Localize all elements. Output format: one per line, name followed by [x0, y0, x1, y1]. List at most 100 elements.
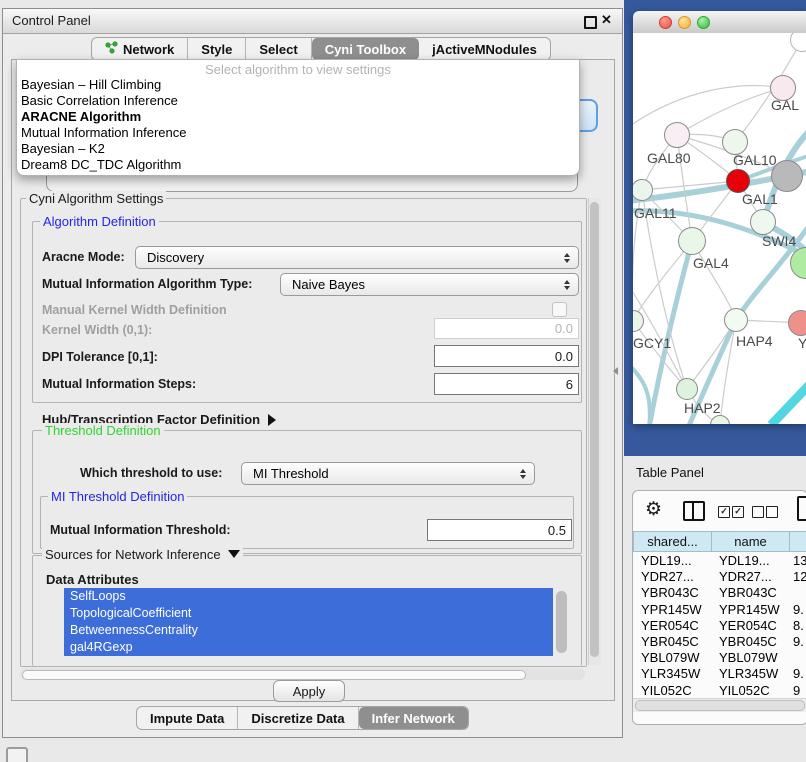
attribute-item[interactable]: TopologicalCoefficient	[64, 605, 553, 622]
table-row[interactable]: YIL052CYIL052C9	[633, 682, 806, 698]
bottom-tab-infer-network[interactable]: Infer Network	[359, 707, 468, 729]
tab-network[interactable]: Network	[92, 38, 188, 60]
table-row[interactable]: YBR043CYBR043C	[633, 584, 806, 600]
table-row[interactable]: YBR045CYBR045C9.	[633, 633, 806, 649]
settings-vscroll-thumb[interactable]	[590, 202, 599, 657]
table-cell: YLR345W	[641, 666, 700, 681]
kernel-width-field[interactable]: 0.0	[434, 318, 579, 339]
table-cell: YIL052C	[719, 683, 770, 698]
select-all-icon[interactable]: ✓	[732, 506, 744, 518]
tab-jactivemnodules[interactable]: jActiveMNodules	[419, 38, 550, 60]
table-cell: 9.	[793, 634, 804, 649]
minimize-traffic-light-icon[interactable]	[678, 16, 691, 29]
table-cell: YDL19...	[641, 553, 692, 568]
mi-algorithm-type-label: Mutual Information Algorithm Type:	[42, 277, 252, 291]
algorithm-definition-title: Algorithm Definition	[40, 214, 159, 229]
table-row[interactable]: YER054CYER054C8.	[633, 617, 806, 633]
tab-cyni-toolbox[interactable]: Cyni Toolbox	[312, 38, 419, 60]
manual-kernel-label: Manual Kernel Width Definition	[42, 303, 227, 317]
list-scrollbar-thumb[interactable]	[556, 591, 567, 653]
attribute-item[interactable]: BetweennessCentrality	[64, 622, 553, 639]
panel-collapse-arrow-icon[interactable]	[613, 367, 618, 375]
network-node-hap2[interactable]	[676, 378, 698, 400]
settings-hscroll-thumb[interactable]	[22, 670, 526, 680]
table-row[interactable]: YDR27...YDR27...12	[633, 568, 806, 584]
column-header[interactable]	[789, 531, 806, 552]
aracne-mode-select[interactable]: Discovery	[135, 246, 579, 269]
table-hscroll-thumb[interactable]	[635, 700, 805, 711]
network-window: GALGAL80GAL10GAL1GAL11SWI4GAL4GCY1HAP4YH…	[633, 11, 806, 424]
table-cell: 9.	[793, 602, 804, 617]
table-row[interactable]: YDL19...YDL19...13	[633, 552, 806, 568]
attribute-item[interactable]: gal4RGexp	[64, 639, 553, 656]
tab-label: Select	[259, 42, 297, 57]
split-columns-icon[interactable]	[683, 501, 705, 521]
deselect-all-icon[interactable]	[766, 506, 778, 518]
table-options-icon[interactable]	[797, 496, 806, 521]
bottom-tab-impute-data[interactable]: Impute Data	[137, 707, 238, 729]
cyni-toolbox-panel: Cyni Algorithm Settings Algorithm Defini…	[11, 59, 615, 701]
node-label: GAL11	[634, 205, 677, 221]
table-cell: 9.	[793, 666, 804, 681]
table-cell: YLR345W	[719, 666, 778, 681]
sources-collapse-toggle[interactable]: Sources for Network Inference	[42, 547, 243, 562]
dropdown-option[interactable]: ARACNE Algorithm	[17, 109, 579, 125]
close-traffic-light-icon[interactable]	[659, 16, 672, 29]
attribute-item[interactable]: SelfLoops	[64, 588, 553, 605]
network-canvas: GALGAL80GAL10GAL1GAL11SWI4GAL4GCY1HAP4YH…	[633, 33, 806, 424]
which-threshold-select[interactable]: MI Threshold	[241, 462, 535, 485]
mi-steps-field[interactable]: 6	[434, 373, 579, 395]
dpi-tolerance-field[interactable]: 0.0	[434, 345, 579, 367]
mi-threshold-label: Mutual Information Threshold:	[50, 523, 231, 537]
tab-label: Discretize Data	[251, 711, 344, 726]
apply-button[interactable]: Apply	[273, 680, 345, 702]
network-node-gal80[interactable]	[664, 122, 690, 148]
tab-label: jActiveMNodules	[432, 42, 537, 57]
mi-threshold-field[interactable]: 0.5	[427, 519, 572, 541]
minimized-panel-icon[interactable]	[6, 747, 28, 762]
tab-label: Infer Network	[372, 711, 455, 726]
network-node-gal1[interactable]	[726, 169, 750, 193]
table-cell: YDL19...	[719, 553, 770, 568]
network-icon	[105, 41, 118, 57]
mi-threshold-group-title: MI Threshold Definition	[48, 489, 187, 504]
tab-select[interactable]: Select	[246, 38, 311, 60]
float-window-icon[interactable]	[584, 16, 597, 29]
dropdown-option[interactable]: Bayesian – K2	[17, 141, 579, 157]
table-cell: 9	[793, 683, 800, 698]
settings-gear-icon[interactable]: ⚙	[645, 498, 662, 521]
mi-algorithm-type-select[interactable]: Naive Bayes	[280, 273, 579, 296]
dropdown-option[interactable]: Basic Correlation Inference	[17, 93, 579, 109]
network-window-titlebar	[633, 11, 806, 34]
which-threshold-label: Which threshold to use:	[80, 466, 222, 480]
table-row[interactable]: YPR145WYPR145W9.	[633, 601, 806, 617]
bottom-tab-discretize-data[interactable]: Discretize Data	[238, 707, 358, 729]
table-cell: YBL079W	[719, 650, 778, 665]
column-header[interactable]: name	[711, 531, 789, 552]
network-node-gal4[interactable]	[678, 227, 706, 255]
table-row[interactable]: YLR345W YLR345W 9.	[633, 665, 806, 681]
table-cell: YER054C	[719, 618, 777, 633]
tab-style[interactable]: Style	[188, 38, 246, 60]
data-attributes-list: SelfLoopsTopologicalCoefficientBetweenne…	[64, 588, 571, 657]
dropdown-options: Bayesian – Hill ClimbingBasic Correlatio…	[17, 77, 579, 173]
select-all-icon[interactable]: ✓	[718, 506, 730, 518]
network-node-swi4[interactable]	[750, 209, 776, 235]
table-window: ⚙ ✓ ✓ shared...name YDL19...YDL19...13YD…	[632, 490, 806, 725]
dropdown-option[interactable]: Dream8 DC_TDC Algorithm	[17, 157, 579, 173]
manual-kernel-checkbox[interactable]	[552, 302, 567, 317]
dropdown-option[interactable]: Mutual Information Inference	[17, 125, 579, 141]
node-label: GAL10	[733, 152, 777, 168]
dropdown-option[interactable]: Bayesian – Hill Climbing	[17, 77, 579, 93]
zoom-traffic-light-icon[interactable]	[697, 16, 710, 29]
table-panel-title: Table Panel	[636, 465, 704, 480]
close-icon[interactable]: ✕	[601, 12, 612, 28]
table-cell: YDR27...	[719, 569, 772, 584]
app-root: Control Panel ✕ NetworkStyleSelectCyni T…	[0, 0, 806, 762]
network-node-hap4[interactable]	[724, 308, 748, 332]
bottom-tab-bar: Impute Data Discretize Data Infer Network	[136, 706, 469, 730]
column-header[interactable]: shared...	[633, 531, 711, 552]
deselect-all-icon[interactable]	[752, 506, 764, 518]
cyni-settings-title: Cyni Algorithm Settings	[26, 191, 166, 206]
table-row[interactable]: YBL079WYBL079W	[633, 649, 806, 665]
